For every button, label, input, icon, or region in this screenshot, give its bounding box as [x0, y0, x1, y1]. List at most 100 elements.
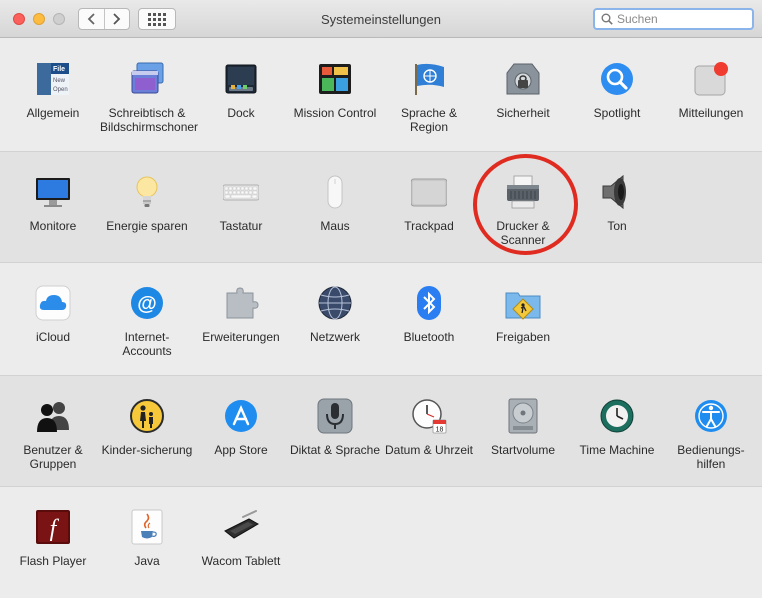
highlight-circle	[473, 154, 578, 255]
pane-monitore[interactable]: Monitore	[6, 152, 100, 264]
pane-energie-sparen[interactable]: Energie sparen	[100, 152, 194, 264]
pane-label: Sicherheit	[496, 106, 550, 120]
wacom-tablet-icon	[224, 510, 259, 539]
pane-java[interactable]: Java	[100, 487, 194, 598]
preferences-row-internet: iCloud @ Internet-Accounts Erweiterungen…	[0, 263, 762, 375]
pane-label: Kinder-sicherung	[101, 443, 193, 457]
pane-benutzer-gruppen[interactable]: Benutzer & Gruppen	[6, 376, 100, 488]
pane-label: Internet-Accounts	[122, 330, 172, 358]
pane-label: Tastatur	[219, 219, 263, 233]
pane-internet-accounts[interactable]: @ Internet-Accounts	[100, 263, 194, 375]
language-region-icon	[415, 63, 444, 95]
extensions-icon	[226, 287, 259, 319]
pane-startvolume[interactable]: Startvolume	[476, 376, 570, 488]
keyboard-icon	[223, 184, 259, 201]
pane-dock[interactable]: Dock	[194, 39, 288, 151]
pane-label: Wacom Tablett	[201, 554, 281, 568]
users-groups-icon	[37, 402, 69, 432]
pane-trackpad[interactable]: Trackpad	[382, 152, 476, 264]
preferences-row-personal: File New Open Allgemein Schreibtisch & B…	[0, 39, 762, 151]
svg-text:@: @	[137, 293, 157, 315]
pane-freigaben[interactable]: Freigaben	[476, 263, 570, 375]
internet-accounts-icon: @	[131, 287, 163, 319]
mission-control-icon	[319, 64, 351, 94]
pane-label: Diktat & Sprache	[289, 443, 381, 457]
pane-label: Benutzer & Gruppen	[23, 443, 83, 471]
pane-netzwerk[interactable]: Netzwerk	[288, 263, 382, 375]
search-input[interactable]	[617, 12, 747, 26]
pane-label: Time Machine	[579, 443, 655, 457]
accessibility-icon	[695, 400, 727, 432]
startup-disk-icon	[508, 398, 538, 434]
pane-label: Erweiterungen	[202, 330, 280, 344]
pane-label: Datum & Uhrzeit	[384, 443, 474, 457]
sound-icon	[602, 174, 626, 210]
pane-label: Freigaben	[495, 330, 551, 344]
network-icon	[318, 286, 352, 320]
spotlight-icon	[601, 63, 633, 95]
pane-label: Ton	[607, 219, 627, 233]
pane-mission-control[interactable]: Mission Control	[288, 39, 382, 151]
java-icon	[131, 509, 163, 545]
title-bar: Systemeinstellungen	[0, 0, 762, 38]
pane-label: Flash Player	[19, 554, 87, 568]
pane-label: Mitteilungen	[678, 106, 744, 120]
app-store-icon	[225, 400, 257, 432]
pane-schreibtisch-bildschirmschoner[interactable]: Schreibtisch & Bildschirmschoner	[100, 39, 199, 151]
svg-text:New: New	[53, 78, 66, 84]
pane-label: Spotlight	[593, 106, 641, 120]
pane-tastatur[interactable]: Tastatur	[194, 152, 288, 264]
pane-label: Allgemein	[26, 106, 80, 120]
pane-label: Trackpad	[404, 219, 454, 233]
pane-flash-player[interactable]: f Flash Player	[6, 487, 100, 598]
preferences-row-hardware: Monitore Energie sparen Tastatur Maus Tr…	[0, 151, 762, 263]
pane-label: Dock	[227, 106, 255, 120]
pane-label: Sprache & Region	[400, 106, 458, 134]
sharing-icon	[505, 292, 541, 320]
pane-label: Bluetooth	[403, 330, 455, 344]
pane-label: Mission Control	[293, 106, 377, 120]
pane-label: Startvolume	[490, 443, 556, 457]
dock-icon	[225, 64, 257, 94]
pane-label: iCloud	[35, 330, 71, 344]
pane-time-machine[interactable]: Time Machine	[570, 376, 664, 488]
pane-label: Java	[134, 554, 160, 568]
pane-label: Maus	[320, 219, 350, 233]
pane-diktat-sprache[interactable]: Diktat & Sprache	[288, 376, 382, 488]
time-machine-icon	[600, 399, 634, 433]
pane-icloud[interactable]: iCloud	[6, 263, 100, 375]
pane-sprache-region[interactable]: Sprache & Region	[382, 39, 476, 151]
pane-ton[interactable]: Ton	[570, 152, 664, 264]
pane-label: App Store	[214, 443, 268, 457]
svg-text:Open: Open	[53, 87, 68, 93]
pane-erweiterungen[interactable]: Erweiterungen	[194, 263, 288, 375]
preferences-row-other: f Flash Player Java Wacom Tablett	[0, 487, 762, 598]
displays-icon	[36, 178, 70, 207]
desktop-screensaver-icon	[131, 62, 164, 94]
pane-label: Schreibtisch & Bildschirmschoner	[100, 106, 199, 134]
pane-bluetooth[interactable]: Bluetooth	[382, 263, 476, 375]
parental-controls-icon	[130, 399, 164, 433]
pane-maus[interactable]: Maus	[288, 152, 382, 264]
pane-bedienungshilfen[interactable]: Bedienungs-hilfen	[664, 376, 758, 488]
pane-spotlight[interactable]: Spotlight	[570, 39, 664, 151]
icloud-icon	[35, 285, 71, 321]
dictation-speech-icon	[317, 398, 353, 434]
notifications-icon	[694, 62, 728, 96]
pane-app-store[interactable]: App Store	[194, 376, 288, 488]
svg-text:File: File	[53, 66, 65, 73]
pane-label: Netzwerk	[309, 330, 360, 344]
pane-datum-uhrzeit[interactable]: 18 Datum & Uhrzeit	[382, 376, 476, 488]
trackpad-icon	[411, 178, 447, 207]
search-field[interactable]	[593, 8, 754, 30]
pane-wacom-tablett[interactable]: Wacom Tablett	[194, 487, 288, 598]
pane-label: Energie sparen	[106, 219, 188, 233]
pane-label: Monitore	[29, 219, 77, 233]
energy-saver-icon	[136, 176, 158, 207]
pane-allgemein[interactable]: File New Open Allgemein	[6, 39, 100, 151]
pane-kindersicherung[interactable]: Kinder-sicherung	[100, 376, 194, 488]
pane-sicherheit[interactable]: Sicherheit	[476, 39, 570, 151]
pane-mitteilungen[interactable]: Mitteilungen	[664, 39, 758, 151]
search-icon	[601, 13, 613, 25]
security-icon	[506, 63, 540, 95]
